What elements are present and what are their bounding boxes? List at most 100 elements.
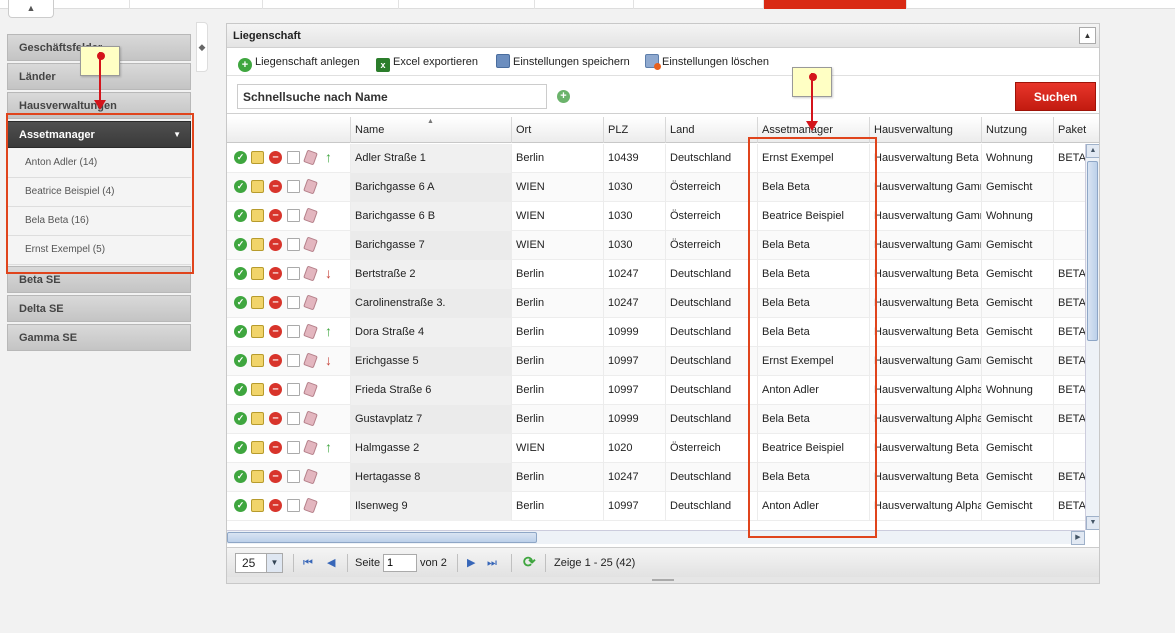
- copy-icon[interactable]: [287, 499, 300, 512]
- delete-icon[interactable]: –: [269, 470, 282, 483]
- copy-icon[interactable]: [287, 470, 300, 483]
- arrow-down-icon[interactable]: ↓: [325, 266, 338, 280]
- approve-icon[interactable]: ✓: [234, 470, 247, 483]
- delete-icon[interactable]: –: [269, 296, 282, 309]
- column-header-land[interactable]: Land: [665, 117, 757, 143]
- edit-icon[interactable]: [251, 383, 264, 396]
- tag-icon[interactable]: [303, 410, 318, 427]
- copy-icon[interactable]: [287, 296, 300, 309]
- tag-icon[interactable]: [303, 265, 318, 282]
- approve-icon[interactable]: ✓: [234, 325, 247, 338]
- vertical-scroll-thumb[interactable]: [1087, 161, 1098, 341]
- copy-icon[interactable]: [287, 383, 300, 396]
- last-page-icon[interactable]: ⏭: [487, 554, 497, 572]
- tag-icon[interactable]: [303, 352, 318, 369]
- tag-icon[interactable]: [303, 468, 318, 485]
- tag-icon[interactable]: [303, 236, 318, 253]
- edit-icon[interactable]: [251, 412, 264, 425]
- top-tab[interactable]: [263, 0, 399, 9]
- edit-icon[interactable]: [251, 470, 264, 483]
- tag-icon[interactable]: [303, 323, 318, 340]
- tag-icon[interactable]: [303, 207, 318, 224]
- prev-page-icon[interactable]: ◀: [327, 554, 335, 572]
- edit-icon[interactable]: [251, 325, 264, 338]
- sidebar-subitem-bela-beta[interactable]: Bela Beta (16): [7, 207, 191, 236]
- quick-search-input[interactable]: [237, 84, 547, 109]
- tag-icon[interactable]: [303, 178, 318, 195]
- edit-icon[interactable]: [251, 354, 264, 367]
- approve-icon[interactable]: ✓: [234, 180, 247, 193]
- edit-icon[interactable]: [251, 209, 264, 222]
- delete-icon[interactable]: –: [269, 267, 282, 280]
- edit-icon[interactable]: [251, 296, 264, 309]
- delete-icon[interactable]: –: [269, 441, 282, 454]
- panel-resize-handle[interactable]: [227, 577, 1099, 583]
- tag-icon[interactable]: [303, 149, 318, 166]
- arrow-up-icon[interactable]: ↑: [325, 324, 338, 338]
- table-row[interactable]: ✓ – Barichgasse 7 WIEN 1030 Österreich Bela Be…: [227, 231, 1085, 260]
- approve-icon[interactable]: ✓: [234, 383, 247, 396]
- copy-icon[interactable]: [287, 209, 300, 222]
- sidebar-item-beta-se[interactable]: Beta SE: [7, 266, 191, 293]
- approve-icon[interactable]: ✓: [234, 238, 247, 251]
- column-header-nutzung[interactable]: Nutzung: [981, 117, 1053, 143]
- add-liegenschaft-button[interactable]: + Liegenschaft anlegen: [238, 53, 360, 72]
- horizontal-scrollbar[interactable]: ▶: [227, 530, 1085, 545]
- top-tab[interactable]: [399, 0, 535, 9]
- approve-icon[interactable]: ✓: [234, 354, 247, 367]
- table-row[interactable]: ✓ – Frieda Straße 6 Berlin 10997 Deutschland A…: [227, 376, 1085, 405]
- column-header-ort[interactable]: Ort: [511, 117, 603, 143]
- vertical-scrollbar[interactable]: ▲ ▼: [1085, 144, 1099, 530]
- sidebar-item-assetmanager[interactable]: Assetmanager ▼: [7, 121, 191, 148]
- table-row[interactable]: ✓ – ↑ Adler Straße 1 Berlin 10439 Deutschland E…: [227, 144, 1085, 173]
- next-page-icon[interactable]: ▶: [467, 554, 475, 572]
- approve-icon[interactable]: ✓: [234, 267, 247, 280]
- approve-icon[interactable]: ✓: [234, 209, 247, 222]
- sidebar-splitter-handle[interactable]: ◆: [196, 22, 208, 72]
- excel-export-button[interactable]: x Excel exportieren: [376, 53, 478, 72]
- delete-icon[interactable]: –: [269, 354, 282, 367]
- copy-icon[interactable]: [287, 180, 300, 193]
- table-row[interactable]: ✓ – Ilsenweg 9 Berlin 10997 Deutschland Anton …: [227, 492, 1085, 521]
- refresh-icon[interactable]: ⟳: [523, 554, 536, 572]
- column-header-hausverwaltung[interactable]: Hausverwaltung: [869, 117, 981, 143]
- edit-icon[interactable]: [251, 151, 264, 164]
- tag-icon[interactable]: [303, 294, 318, 311]
- top-tab-active[interactable]: [764, 0, 907, 9]
- table-row[interactable]: ✓ – Hertagasse 8 Berlin 10247 Deutschland Bela…: [227, 463, 1085, 492]
- first-page-icon[interactable]: ⏮: [303, 554, 313, 572]
- delete-icon[interactable]: –: [269, 209, 282, 222]
- edit-icon[interactable]: [251, 238, 264, 251]
- approve-icon[interactable]: ✓: [234, 441, 247, 454]
- delete-icon[interactable]: –: [269, 238, 282, 251]
- copy-icon[interactable]: [287, 267, 300, 280]
- delete-settings-button[interactable]: Einstellungen löschen: [645, 53, 769, 71]
- copy-icon[interactable]: [287, 354, 300, 367]
- save-settings-button[interactable]: Einstellungen speichern: [496, 53, 630, 71]
- tag-icon[interactable]: [303, 439, 318, 456]
- delete-icon[interactable]: –: [269, 499, 282, 512]
- sidebar-subitem-ernst-exempel[interactable]: Ernst Exempel (5): [7, 236, 191, 265]
- table-row[interactable]: ✓ – Barichgasse 6 A WIEN 1030 Österreich Bela …: [227, 173, 1085, 202]
- tag-icon[interactable]: [303, 381, 318, 398]
- copy-icon[interactable]: [287, 412, 300, 425]
- copy-icon[interactable]: [287, 238, 300, 251]
- edit-icon[interactable]: [251, 499, 264, 512]
- arrow-up-icon[interactable]: ↑: [325, 150, 338, 164]
- collapse-header-button[interactable]: ▲: [8, 0, 54, 18]
- panel-collapse-button[interactable]: ▲: [1079, 27, 1096, 44]
- tag-icon[interactable]: [303, 497, 318, 514]
- sidebar-subitem-beatrice-beispiel[interactable]: Beatrice Beispiel (4): [7, 178, 191, 207]
- edit-icon[interactable]: [251, 441, 264, 454]
- delete-icon[interactable]: –: [269, 412, 282, 425]
- copy-icon[interactable]: [287, 325, 300, 338]
- top-tab[interactable]: [535, 0, 634, 9]
- delete-icon[interactable]: –: [269, 151, 282, 164]
- table-row[interactable]: ✓ – ↑ Halmgasse 2 WIEN 1020 Österreich Beatrice…: [227, 434, 1085, 463]
- delete-icon[interactable]: –: [269, 325, 282, 338]
- column-header-plz[interactable]: PLZ: [603, 117, 665, 143]
- table-row[interactable]: ✓ – ↑ Dora Straße 4 Berlin 10999 Deutschland Be…: [227, 318, 1085, 347]
- add-search-filter-icon[interactable]: +: [557, 90, 570, 103]
- copy-icon[interactable]: [287, 441, 300, 454]
- sidebar-subitem-anton-adler[interactable]: Anton Adler (14): [7, 149, 191, 178]
